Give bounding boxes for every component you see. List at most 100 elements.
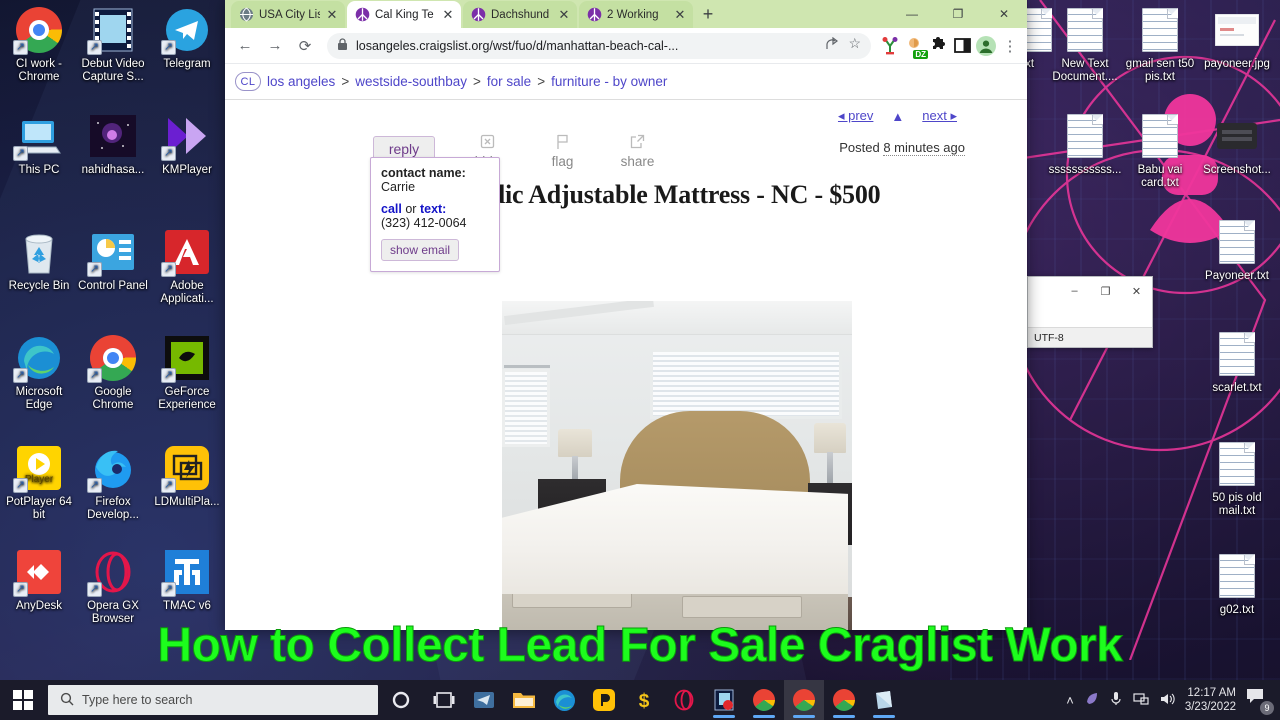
colorful-extension-icon[interactable] <box>879 35 901 57</box>
notepad-titlebar[interactable]: – ❐ ✕ <box>1028 277 1152 305</box>
tab-2-working[interactable]: 2 Working ✕ <box>579 1 693 28</box>
back-button[interactable]: ← <box>231 32 259 60</box>
tab-close-icon[interactable]: ✕ <box>673 8 687 22</box>
desktop-icon-debut-video-capture[interactable]: Debut Video Capture S... <box>76 6 150 84</box>
network-icon[interactable] <box>1133 692 1149 709</box>
desktop-icon-g02-txt[interactable]: g02.txt <box>1200 552 1274 617</box>
notepad-text-area[interactable] <box>1028 305 1152 327</box>
desktop-icon-sssss[interactable]: sssssssssss... <box>1048 112 1122 177</box>
desktop-icon-control-panel[interactable]: Control Panel <box>76 228 150 293</box>
breadcrumb-link-westside-southbay[interactable]: westside-southbay <box>355 74 467 89</box>
new-tab-button[interactable]: + <box>695 2 721 28</box>
tray-chevron-icon[interactable]: ˄ <box>1066 693 1074 708</box>
forward-button[interactable]: → <box>261 32 289 60</box>
downloader-extension-icon[interactable]: DZ <box>903 35 928 59</box>
cortana-icon[interactable] <box>378 691 424 709</box>
volume-icon[interactable] <box>1159 692 1175 709</box>
prev-posting-link[interactable]: ◂ prev <box>838 108 873 124</box>
tab-dachshund[interactable]: Dachshund ✕ <box>463 1 577 28</box>
debut-recorder-icon[interactable] <box>704 680 744 720</box>
side-panel-icon[interactable] <box>951 35 973 57</box>
desktop-icon-anydesk[interactable]: AnyDesk <box>2 548 76 613</box>
desktop-icon-50-pis-old-mail[interactable]: 50 pis old mail.txt <box>1200 440 1274 518</box>
taskbar-clock[interactable]: 12:17 AM 3/23/2022 <box>1185 686 1236 714</box>
tab-cal-king-tempurpedic[interactable]: Cal King Te ✕ <box>347 1 461 28</box>
chrome-profile-1-icon[interactable] <box>744 680 784 720</box>
desktop-icon-geforce-experience[interactable]: GeForce Experience <box>150 334 224 412</box>
call-label[interactable]: call <box>381 202 402 216</box>
tab-usa-city-list[interactable]: USA City Lis ✕ <box>231 1 345 28</box>
chrome-browser-window[interactable]: USA City Lis ✕ Cal King Te ✕ Dachshund ✕… <box>225 0 1027 630</box>
file-explorer-icon[interactable] <box>504 680 544 720</box>
notepad-maximize-button[interactable]: ❐ <box>1090 278 1121 304</box>
desktop-icon-gmail-sen-t50-pis[interactable]: gmail sen t50 pis.txt <box>1123 6 1197 84</box>
system-tray[interactable]: ˄ 12:17 AM 3/23/2022 9 <box>1066 686 1280 715</box>
bookmark-star-icon[interactable]: ☆ <box>848 36 861 54</box>
share-action[interactable]: share <box>600 134 675 169</box>
store-taskbar-icon[interactable] <box>864 680 904 720</box>
desktop-icon-scarlet-txt[interactable]: scarlet.txt <box>1200 330 1274 395</box>
craigslist-logo[interactable]: CL <box>235 72 261 91</box>
windows-start-icon[interactable] <box>0 680 46 720</box>
breadcrumb-link-los-angeles[interactable]: los angeles <box>267 74 335 89</box>
tab-close-icon[interactable]: ✕ <box>441 8 455 22</box>
tab-close-icon[interactable]: ✕ <box>325 8 339 22</box>
desktop-icon-new-text-document[interactable]: New Text Document.... <box>1048 6 1122 84</box>
payoneer-taskbar-icon[interactable] <box>584 680 624 720</box>
next-posting-link[interactable]: next ▸ <box>922 108 957 124</box>
window-minimize-button[interactable]: — <box>889 0 935 28</box>
feather-icon[interactable] <box>1084 691 1099 709</box>
breadcrumb-link-furniture-by-owner[interactable]: furniture - by owner <box>551 74 667 89</box>
desktop-icon-payoneer-jpg[interactable]: payoneer.jpg <box>1200 6 1274 71</box>
desktop-icon-recycle-bin[interactable]: Recycle Bin <box>2 228 76 293</box>
desktop-icon-adobe[interactable]: Adobe Applicati... <box>150 228 224 306</box>
desktop-icon-firefox-developer[interactable]: Firefox Develop... <box>76 444 150 522</box>
desktop-icon-this-pc[interactable]: This PC <box>2 112 76 177</box>
browser-toolbar[interactable]: ← → ⟳ losangeles.craigslist.org/wst/fuo/… <box>225 28 1027 64</box>
listing-photo[interactable] <box>502 301 852 630</box>
profile-avatar-icon[interactable] <box>975 35 997 57</box>
desktop-icon-tmac[interactable]: TMAC v6 <box>150 548 224 613</box>
breadcrumb-link-for-sale[interactable]: for sale <box>487 74 531 89</box>
notepad-close-button[interactable]: ✕ <box>1121 278 1152 304</box>
notification-center-icon[interactable]: 9 <box>1246 687 1274 715</box>
address-bar[interactable]: losangeles.craigslist.org/wst/fuo/d/manh… <box>327 32 871 59</box>
desktop-icon-screenshot[interactable]: Screenshot... <box>1200 112 1274 177</box>
desktop-icon-babu-vai-card[interactable]: Babu vai card.txt <box>1123 112 1197 190</box>
desktop-icon-nahidhasa[interactable]: nahidhasa... <box>76 112 150 177</box>
text-label[interactable]: text: <box>420 202 446 216</box>
posting-pager[interactable]: ◂ prev ▲ next ▸ <box>225 100 1027 126</box>
reload-button[interactable]: ⟳ <box>291 32 319 60</box>
desktop-icon-telegram[interactable]: Telegram <box>150 6 224 71</box>
desktop-icon-opera-gx[interactable]: Opera GX Browser <box>76 548 150 626</box>
desktop-icon-microsoft-edge[interactable]: Microsoft Edge <box>2 334 76 412</box>
windows-taskbar[interactable]: Type here to search $ ˄ 12:17 AM 3/23/20… <box>0 680 1280 720</box>
edge-taskbar-icon[interactable] <box>544 680 584 720</box>
share-icon[interactable] <box>825 36 839 54</box>
desktop-icon-ldmultiplayer[interactable]: LDMultiPla... <box>150 444 224 509</box>
tab-close-icon[interactable]: ✕ <box>557 8 571 22</box>
up-to-search-link[interactable]: ▲ <box>891 109 904 124</box>
dollar-app-icon[interactable]: $ <box>624 680 664 720</box>
notepad-minimize-button[interactable]: – <box>1059 278 1090 304</box>
chrome-profile-3-icon[interactable] <box>824 680 864 720</box>
flag-action[interactable]: flag <box>525 134 600 169</box>
browser-tabstrip[interactable]: USA City Lis ✕ Cal King Te ✕ Dachshund ✕… <box>225 0 1027 28</box>
telegram-taskbar-icon[interactable] <box>464 680 504 720</box>
desktop-icon-ci-work-chrome[interactable]: CI work - Chrome <box>2 6 76 84</box>
notepad-window[interactable]: – ❐ ✕ UTF-8 <box>1027 276 1153 348</box>
chrome-profile-2-icon[interactable] <box>784 680 824 720</box>
desktop-icon-kmplayer[interactable]: KMPlayer <box>150 112 224 177</box>
desktop-icon-potplayer[interactable]: Player PotPlayer 64 bit <box>2 444 76 522</box>
window-maximize-button[interactable]: ❐ <box>935 0 981 28</box>
desktop-icon-google-chrome[interactable]: Google Chrome <box>76 334 150 412</box>
window-controls[interactable]: — ❐ ✕ <box>889 0 1027 28</box>
desktop-icon-payoneer-txt[interactable]: Payoneer.txt <box>1200 218 1274 283</box>
opera-taskbar-icon[interactable] <box>664 680 704 720</box>
chrome-menu-icon[interactable]: ⋮ <box>999 35 1021 57</box>
show-email-button[interactable]: show email <box>381 239 460 261</box>
task-view-icon[interactable] <box>424 680 464 720</box>
microphone-icon[interactable] <box>1109 691 1123 709</box>
taskbar-search-input[interactable]: Type here to search <box>48 685 378 715</box>
window-close-button[interactable]: ✕ <box>981 0 1027 28</box>
